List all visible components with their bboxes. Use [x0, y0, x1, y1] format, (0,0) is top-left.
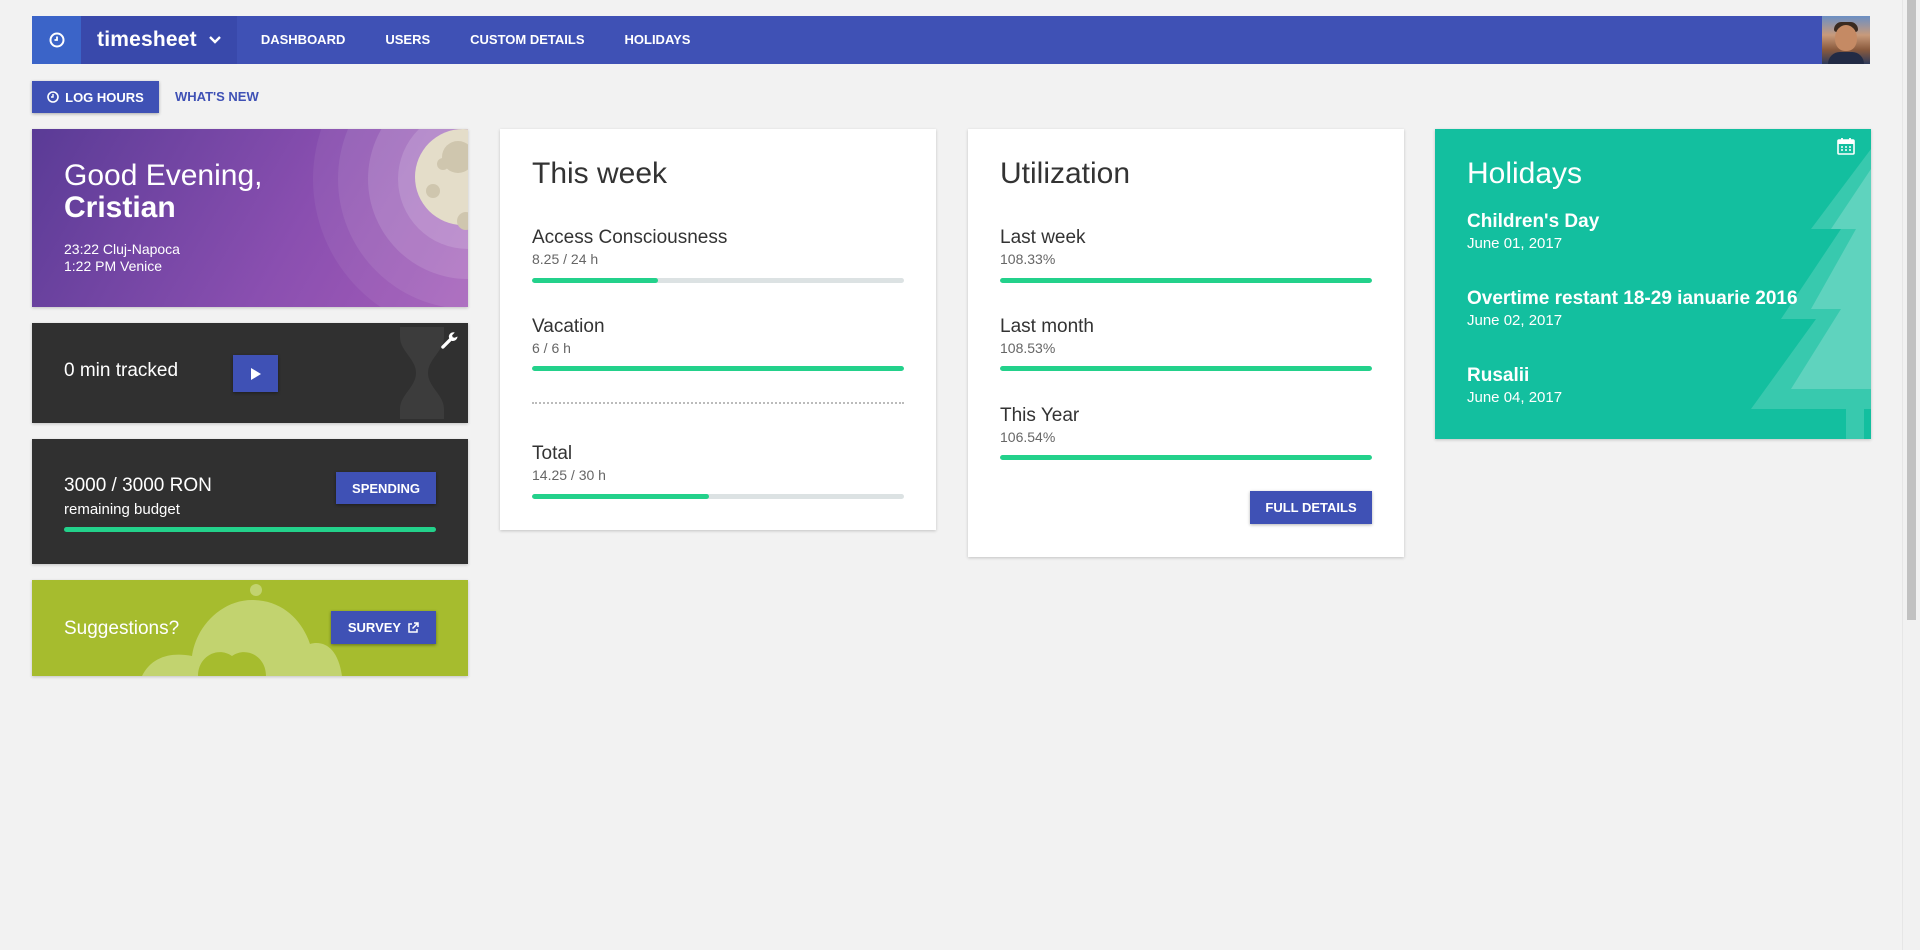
project-label: Vacation — [532, 316, 605, 337]
holiday-date: June 04, 2017 — [1467, 389, 1563, 406]
progress-track — [532, 278, 904, 283]
top-navbar: timesheet DASHBOARD USERS CUSTOM DETAILS… — [32, 16, 1870, 64]
local-time: 23:22 Cluj-Napoca — [64, 241, 180, 257]
budget-amount: 3000 / 3000 RON — [64, 475, 212, 496]
tree-icon — [1751, 149, 1871, 439]
suggestions-card: Suggestions? SURVEY — [32, 580, 468, 676]
holiday-name: Rusalii — [1467, 365, 1530, 386]
card-title: This week — [532, 157, 668, 190]
chevron-down-icon — [208, 36, 221, 44]
survey-button[interactable]: SURVEY — [331, 611, 436, 644]
avatar-face — [1835, 25, 1857, 51]
progress-fill — [1000, 455, 1372, 460]
nav-holidays[interactable]: HOLIDAYS — [605, 16, 711, 64]
page-scrollbar[interactable] — [1902, 0, 1920, 950]
clock-icon — [47, 91, 59, 103]
progress-track — [532, 366, 904, 371]
period-label: Last month — [1000, 316, 1094, 337]
moon-icon — [313, 129, 468, 307]
nav-users[interactable]: USERS — [365, 16, 450, 64]
card-title: Utilization — [1000, 157, 1131, 190]
survey-label: SURVEY — [347, 620, 402, 635]
card-title: Holidays — [1467, 157, 1583, 190]
avatar[interactable] — [1822, 16, 1870, 64]
progress-track — [532, 494, 904, 499]
nav-dashboard[interactable]: DASHBOARD — [241, 16, 366, 64]
holiday-name: Children's Day — [1467, 211, 1600, 232]
progress-fill — [1000, 278, 1372, 283]
log-hours-button[interactable]: LOG HOURS — [32, 81, 159, 113]
scrollbar-thumb[interactable] — [1907, 0, 1916, 620]
time-tracker-card: 0 min tracked — [32, 323, 468, 423]
period-value: 106.54% — [1000, 429, 1056, 445]
progress-fill — [532, 278, 659, 283]
play-icon — [250, 367, 261, 380]
full-details-button[interactable]: FULL DETAILS — [1250, 491, 1372, 524]
holiday-date: June 01, 2017 — [1467, 235, 1563, 252]
holiday-date: June 02, 2017 — [1467, 312, 1563, 329]
total-hours: 14.25 / 30 h — [532, 467, 606, 483]
greeting-line: Good Evening, — [64, 159, 263, 192]
budget-progress-bar — [64, 527, 436, 532]
brand-label: timesheet — [97, 28, 197, 51]
greeting-card: Good Evening, Cristian 23:22 Cluj-Napoca… — [32, 129, 468, 307]
suggestions-text: Suggestions? — [64, 618, 180, 639]
period-label: Last week — [1000, 227, 1086, 248]
utilization-card: Utilization Last week 108.33% Last month… — [968, 129, 1404, 557]
this-week-card: This week Access Consciousness 8.25 / 24… — [500, 129, 936, 530]
budget-card: 3000 / 3000 RON remaining budget SPENDIN… — [32, 439, 468, 564]
progress-track — [1000, 278, 1372, 283]
play-button[interactable] — [233, 355, 278, 392]
project-hours: 8.25 / 24 h — [532, 251, 599, 267]
period-label: This Year — [1000, 405, 1080, 426]
spending-button[interactable]: SPENDING — [336, 472, 436, 504]
wrench-icon[interactable] — [440, 331, 460, 351]
nav-custom-details[interactable]: CUSTOM DETAILS — [450, 16, 604, 64]
period-value: 108.33% — [1000, 251, 1056, 267]
holidays-card: Holidays Children's Day June 01, 2017 Ov… — [1435, 129, 1871, 439]
progress-track — [1000, 455, 1372, 460]
budget-label: remaining budget — [64, 501, 180, 518]
progress-fill — [1000, 366, 1372, 371]
progress-fill — [532, 366, 904, 371]
log-hours-label: LOG HOURS — [65, 89, 144, 105]
whats-new-link[interactable]: WHAT'S NEW — [175, 81, 259, 113]
calendar-icon[interactable] — [1837, 137, 1855, 155]
project-label: Access Consciousness — [532, 227, 728, 248]
remote-time: 1:22 PM Venice — [64, 258, 163, 274]
progress-fill — [532, 494, 709, 499]
holiday-name: Overtime restant 18-29 ianuarie 2016 — [1467, 288, 1798, 309]
divider — [532, 402, 904, 404]
nav-links: DASHBOARD USERS CUSTOM DETAILS HOLIDAYS — [241, 16, 711, 64]
period-value: 108.53% — [1000, 340, 1056, 356]
project-hours: 6 / 6 h — [532, 340, 571, 356]
external-link-icon — [408, 621, 419, 633]
clock-icon[interactable] — [32, 16, 81, 64]
avatar-shirt — [1828, 52, 1864, 64]
brand-menu[interactable]: timesheet — [81, 16, 237, 64]
total-label: Total — [532, 443, 573, 464]
tracked-text: 0 min tracked — [64, 360, 179, 381]
user-name: Cristian — [64, 191, 176, 224]
progress-track — [1000, 366, 1372, 371]
